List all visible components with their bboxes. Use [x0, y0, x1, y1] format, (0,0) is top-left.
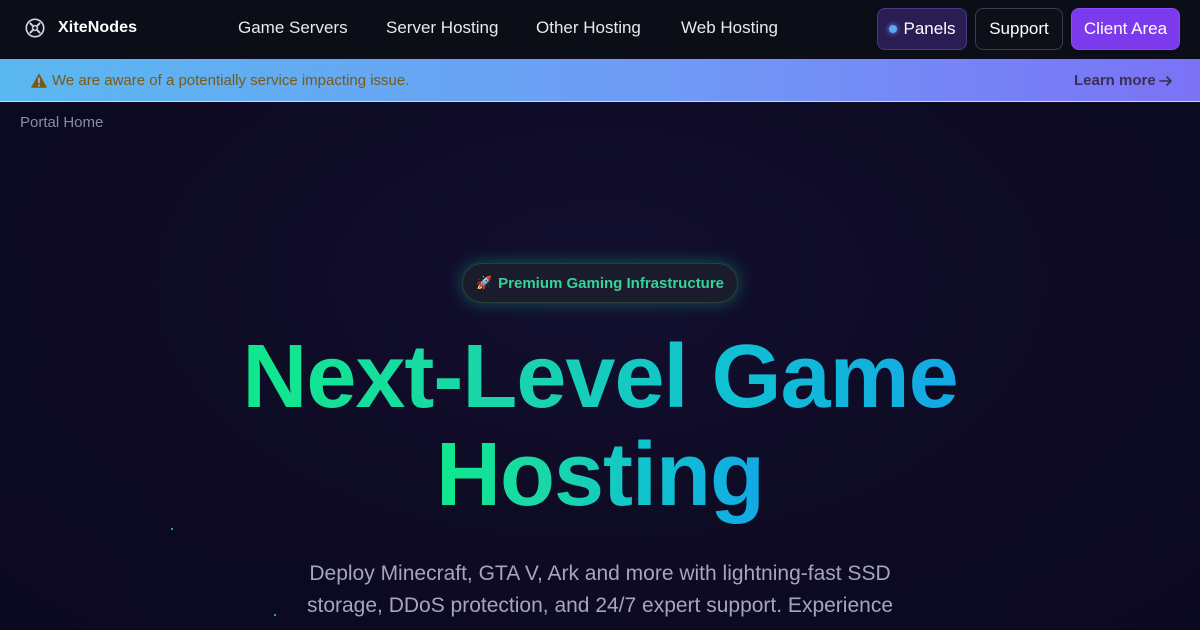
hero-badge-label: Premium Gaming Infrastructure — [498, 274, 725, 292]
hero-subtitle-line2: storage, DDoS protection, and 24/7 exper… — [306, 594, 893, 617]
learn-more-label: Learn more — [1074, 72, 1156, 89]
alert-banner: We are aware of a potentially service im… — [0, 59, 1200, 102]
learn-more-link[interactable]: Learn more — [1074, 72, 1173, 89]
client-area-button[interactable]: Client Area — [1071, 8, 1180, 50]
sparkle-particle — [171, 528, 173, 530]
page: XiteNodes Game Servers Server Hosting Ot… — [0, 0, 1200, 630]
nav-other-hosting[interactable]: Other Hosting — [536, 18, 681, 38]
alert-message: We are aware of a potentially service im… — [52, 72, 410, 89]
xitenodes-logo-icon — [25, 18, 45, 38]
nav-game-servers[interactable]: Game Servers — [238, 18, 386, 38]
support-button[interactable]: Support — [975, 8, 1063, 50]
brand-name: XiteNodes — [58, 19, 138, 36]
warning-icon — [30, 73, 48, 88]
hero-badge: 🚀 Premium Gaming Infrastructure — [462, 263, 738, 303]
status-dot-icon — [888, 25, 897, 33]
nav-server-hosting[interactable]: Server Hosting — [386, 18, 536, 38]
hero-headline: Next-Level Game Hosting — [0, 328, 1200, 524]
panels-label: Panels — [903, 19, 956, 38]
top-nav: XiteNodes Game Servers Server Hosting Ot… — [0, 0, 1200, 58]
hero-headline-line2: Hosting — [436, 425, 765, 525]
hero-headline-line1: Next-Level Game — [242, 327, 958, 427]
arrow-right-icon — [1158, 75, 1172, 86]
hero-subtitle: Deploy Minecraft, GTA V, Ark and more wi… — [280, 558, 920, 622]
panels-button[interactable]: Panels — [877, 8, 967, 50]
main-menu: Game Servers Server Hosting Other Hostin… — [238, 18, 801, 38]
sparkle-particle — [274, 614, 276, 616]
breadcrumb-portal-home[interactable]: Portal Home — [20, 114, 103, 131]
nav-web-hosting[interactable]: Web Hosting — [681, 18, 801, 38]
brand-link[interactable]: XiteNodes — [24, 17, 137, 39]
hero-subtitle-line1: Deploy Minecraft, GTA V, Ark and more wi… — [309, 562, 891, 585]
rocket-icon: 🚀 — [475, 275, 493, 290]
